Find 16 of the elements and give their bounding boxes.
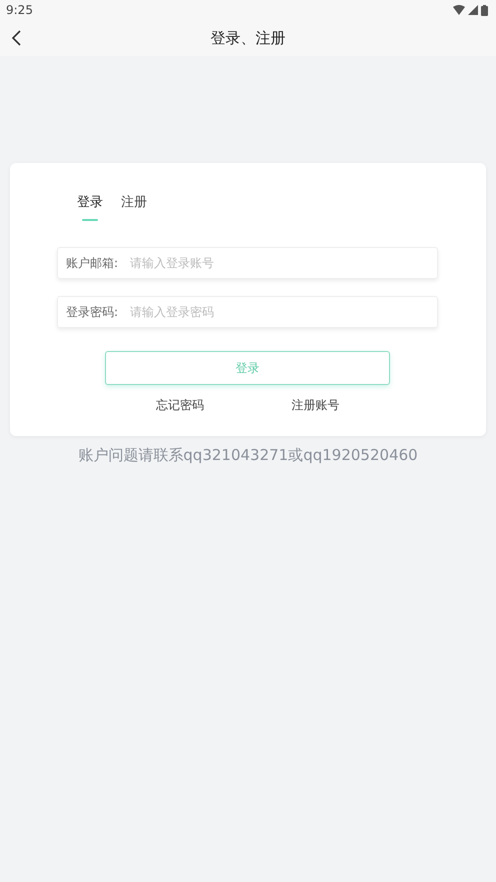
contact-note: 账户问题请联系qq321043271或qq1920520460 [77,446,419,465]
tab[interactable]: 登录 [77,193,103,221]
wifi-icon [453,5,465,15]
input-field[interactable]: 登录密码: 请输入登录密码 [57,296,438,328]
field-label: 账户邮箱: [66,254,118,272]
page-title: 登录、注册 [210,28,286,48]
text-input[interactable]: 请输入登录账号 [128,255,437,271]
status-time: 9:25 [6,3,33,17]
text-input[interactable]: 请输入登录密码 [128,304,437,320]
signal-icon [468,5,478,15]
link[interactable]: 忘记密码 [156,397,204,414]
field-label: 登录密码: [66,304,118,320]
input-field[interactable]: 账户邮箱: 请输入登录账号 [57,247,438,279]
link[interactable]: 注册账号 [291,397,340,414]
tab[interactable]: 注册 [121,193,147,221]
battery-icon [481,4,488,16]
